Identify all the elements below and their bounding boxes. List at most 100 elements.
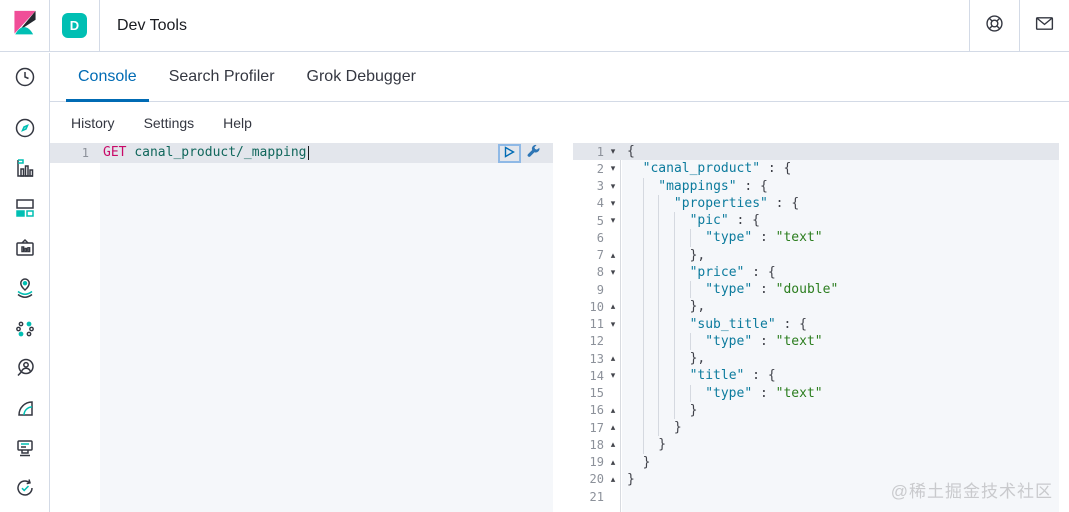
fold-close-icon[interactable]: ▴ [604, 405, 622, 415]
indent-guide [658, 367, 674, 385]
response-line-number: 1 [596, 144, 604, 159]
indent-guide [642, 263, 659, 281]
fold-open-icon[interactable]: ▾ [604, 216, 622, 225]
response-line-number: 15 [589, 386, 604, 401]
response-code: "title" : { [622, 367, 1059, 385]
bar-chart-flag-icon [13, 156, 37, 180]
send-request-button[interactable] [498, 144, 521, 163]
response-line-number: 3 [596, 179, 604, 194]
indent-guide [673, 367, 690, 385]
request-options-button[interactable] [523, 144, 543, 163]
request-line-1[interactable]: 1 GET canal_product/_mapping [50, 143, 553, 163]
sidebar-item-machine-learning[interactable] [13, 316, 37, 340]
request-method: GET [103, 145, 127, 161]
header-spacer [187, 0, 969, 51]
fold-close-icon[interactable]: ▴ [604, 457, 622, 467]
breadcrumb: Dev Tools [117, 16, 187, 34]
sidebar-item-uptime[interactable] [13, 476, 37, 500]
dev-tools-tabbar: Console Search Profiler Grok Debugger [50, 53, 1069, 102]
fold-close-icon[interactable]: ▴ [604, 423, 622, 432]
fold-open-icon[interactable]: ▾ [604, 164, 622, 173]
response-line: 3 ▾ "mappings" : { [573, 177, 1059, 195]
fold-close-icon[interactable]: ▴ [604, 440, 622, 449]
fold-open-icon[interactable]: ▾ [604, 267, 622, 277]
indent-guide [642, 401, 659, 419]
response-line-number: 7 [596, 248, 604, 263]
response-line-number: 16 [589, 403, 604, 418]
space-switcher-button[interactable]: D [50, 0, 100, 51]
sidebar-item-maps[interactable] [13, 276, 37, 300]
tab-console[interactable]: Console [66, 53, 149, 102]
response-code: } [622, 401, 1059, 419]
sidebar-item-discover[interactable] [13, 116, 37, 140]
tab-grok-debugger[interactable]: Grok Debugger [295, 53, 428, 101]
response-line-number: 19 [589, 455, 604, 470]
response-line: 8 ▾ "price" : { [573, 263, 1059, 281]
pane-resize-handle[interactable] [553, 143, 573, 512]
console-editor: 1 GET canal_product/_mapping 1 ▾{2 ▾ "ca… [50, 143, 1069, 512]
response-code: "mappings" : { [622, 177, 1059, 195]
ml-dots-icon [13, 316, 37, 340]
fold-open-icon[interactable]: ▾ [604, 181, 622, 191]
request-actions [498, 144, 543, 163]
fold-close-icon[interactable]: ▴ [604, 302, 622, 311]
sidebar-item-apm[interactable] [13, 436, 37, 460]
response-editor-pane[interactable]: 1 ▾{2 ▾ "canal_product" : {3 ▾ "mappings" : {… [573, 143, 1059, 512]
tab-search-profiler[interactable]: Search Profiler [157, 53, 287, 101]
response-code: }, [622, 298, 1059, 316]
indent-guide [673, 263, 690, 281]
play-icon [504, 145, 515, 163]
indent-guide [673, 315, 690, 333]
dashboard-icon [13, 196, 37, 220]
response-code: }, [622, 246, 1059, 264]
indent-guide [658, 263, 674, 281]
indent-guide [642, 212, 659, 230]
indent-guide [642, 315, 659, 333]
fold-open-icon[interactable]: ▾ [604, 198, 622, 208]
response-code: "sub_title" : { [622, 315, 1059, 333]
printer-icon [13, 436, 37, 460]
sidebar-item-dashboard[interactable] [13, 196, 37, 220]
sidebar-item-metrics[interactable] [13, 396, 37, 420]
sidebar-item-visualize[interactable] [13, 156, 37, 180]
response-line: 15 "type" : "text" [573, 384, 1059, 402]
menu-history[interactable]: History [65, 111, 121, 135]
fold-open-icon[interactable]: ▾ [604, 147, 622, 156]
response-code: "price" : { [622, 263, 1059, 281]
request-path: canal_product/_mapping [134, 145, 307, 161]
sidebar-item-graph[interactable] [13, 356, 37, 380]
help-button[interactable] [969, 0, 1019, 51]
sidebar-item-recent[interactable] [13, 65, 37, 89]
indent-guide [658, 332, 674, 350]
response-line: 6 "type" : "text" [573, 229, 1059, 247]
fold-close-icon[interactable]: ▴ [604, 474, 622, 484]
response-code: "properties" : { [622, 194, 1059, 212]
indent-guide [642, 384, 659, 402]
fold-open-icon[interactable]: ▾ [604, 319, 622, 329]
response-line-number: 21 [589, 489, 604, 504]
indent-guide [658, 281, 674, 299]
response-line: 9 "type" : "double" [573, 281, 1059, 299]
newsfeed-button[interactable] [1019, 0, 1069, 51]
indent-guide [658, 350, 674, 368]
fold-close-icon[interactable]: ▴ [604, 250, 622, 260]
indent-guide [673, 281, 690, 299]
request-editor-pane[interactable]: 1 GET canal_product/_mapping [50, 143, 553, 512]
indent-guide [673, 401, 690, 419]
sidebar-item-canvas[interactable] [13, 236, 37, 260]
indent-guide [689, 281, 706, 299]
fold-open-icon[interactable]: ▾ [604, 371, 622, 380]
indent-guide [658, 298, 674, 316]
response-line: 18 ▴} [573, 436, 1059, 454]
space-badge: D [62, 13, 87, 38]
indent-guide [642, 177, 659, 195]
menu-settings[interactable]: Settings [138, 111, 201, 135]
response-code: "type" : "double" [622, 281, 1059, 299]
menu-help[interactable]: Help [217, 111, 258, 135]
tab-search-profiler-label: Search Profiler [168, 68, 275, 85]
response-line: 12 "type" : "text" [573, 332, 1059, 350]
fold-close-icon[interactable]: ▴ [604, 354, 622, 363]
indent-guide [689, 229, 706, 247]
kibana-logo-button[interactable] [0, 0, 50, 51]
console-menu: History Settings Help [50, 102, 1069, 143]
